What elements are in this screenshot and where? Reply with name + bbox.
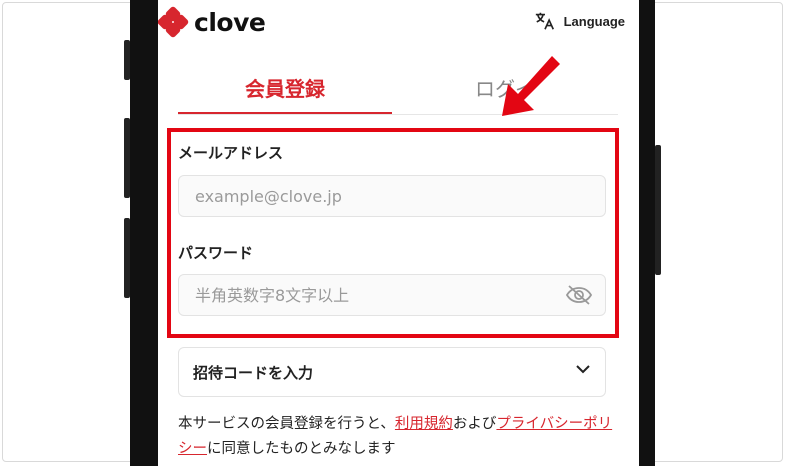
language-button[interactable]: Language bbox=[534, 10, 625, 32]
chevron-down-icon bbox=[576, 365, 590, 374]
tab-register[interactable]: 会員登録 bbox=[178, 62, 392, 115]
terms-notice: 本サービスの会員登録を行うと、利用規約およびプライバシーポリシーに同意したものと… bbox=[178, 412, 618, 462]
invite-code-label: 招待コードを入力 bbox=[193, 364, 314, 382]
arrow-annotation-icon bbox=[502, 56, 560, 116]
terms-middle: および bbox=[452, 416, 497, 432]
phone-power-button bbox=[655, 145, 661, 275]
invite-code-accordion[interactable]: 招待コードを入力 bbox=[178, 347, 606, 397]
clove-logo-icon bbox=[158, 5, 190, 39]
terms-prefix: 本サービスの会員登録を行うと、 bbox=[178, 416, 395, 432]
phone-volume-down-button bbox=[124, 218, 130, 298]
translate-icon bbox=[535, 12, 554, 30]
brand-logo[interactable]: clove bbox=[158, 5, 266, 39]
phone-volume-up-button bbox=[124, 118, 130, 198]
language-label: Language bbox=[563, 13, 625, 29]
terms-of-use-link[interactable]: 利用規約 bbox=[395, 416, 453, 432]
terms-suffix: に同意したものとみなします bbox=[207, 441, 396, 457]
phone-side-button bbox=[124, 40, 130, 80]
highlight-box bbox=[167, 128, 619, 338]
brand-name: clove bbox=[194, 7, 266, 37]
